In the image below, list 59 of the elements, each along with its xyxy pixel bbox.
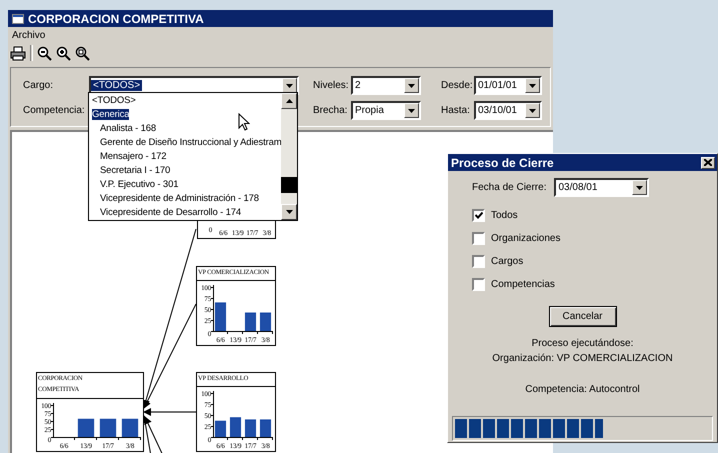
- list-item[interactable]: Vicepresidente de Administración - 178: [89, 192, 281, 206]
- window-icon: [12, 14, 24, 24]
- bar: [244, 419, 256, 437]
- checkbox-label: Organizaciones: [491, 233, 560, 244]
- niveles-dropdown[interactable]: 2: [351, 76, 421, 95]
- field-label: Desde:: [441, 80, 474, 91]
- field-label: Niveles:: [313, 80, 350, 91]
- scroll-thumb[interactable]: [281, 177, 297, 193]
- menu-item[interactable]: Archivo: [12, 30, 46, 40]
- field-label: Fecha de Cierre:: [472, 182, 546, 193]
- axis-line: [210, 390, 274, 440]
- bar: [78, 418, 94, 437]
- status-text: Competencia: Autocontrol: [525, 384, 640, 395]
- field-label: Hasta:: [441, 105, 471, 116]
- bar: [214, 420, 226, 437]
- status-text: Organización: VP COMERCIALIZACION: [492, 353, 673, 364]
- field-label: Brecha:: [313, 105, 348, 116]
- zoom-out-icon[interactable]: [37, 46, 52, 60]
- bar: [260, 312, 272, 331]
- scrollbar[interactable]: [281, 93, 297, 220]
- field-label: Cargo:: [23, 80, 54, 91]
- bar: [122, 418, 138, 437]
- list-item[interactable]: Vicepresidente de Desarrollo - 174: [89, 206, 281, 220]
- printer-icon[interactable]: [10, 46, 26, 60]
- checkbox-label: Competencias: [491, 279, 555, 290]
- field-label: Competencia:: [23, 105, 86, 116]
- window-title: CORPORACION COMPETITIVA: [28, 12, 204, 26]
- scroll-up-icon[interactable]: [281, 93, 297, 109]
- hasta-dropdown[interactable]: 03/10/01: [474, 101, 542, 120]
- scroll-down-icon[interactable]: [281, 204, 297, 220]
- list-item[interactable]: V.P. Ejecutivo - 301: [89, 178, 281, 192]
- brecha-dropdown[interactable]: Propia: [351, 101, 421, 120]
- zoom-in-icon[interactable]: [56, 46, 71, 60]
- axis-line: [210, 284, 274, 334]
- dialog-title: Proceso de Cierre: [451, 156, 554, 170]
- list-item[interactable]: Mensajero - 172: [89, 150, 281, 164]
- list-item[interactable]: Analista - 168: [89, 122, 281, 136]
- zoom-icon[interactable]: [75, 46, 90, 60]
- checkbox[interactable]: [472, 255, 485, 268]
- bar: [214, 302, 226, 331]
- date-dropdown[interactable]: 03/08/01: [554, 178, 650, 197]
- cancel-button[interactable]: Cancelar: [548, 306, 616, 327]
- list-item[interactable]: Generica: [89, 108, 281, 122]
- bar: [230, 417, 242, 437]
- bar: [100, 418, 116, 437]
- checkbox-label: Cargos: [491, 256, 524, 267]
- bar: [260, 419, 272, 437]
- checkbox[interactable]: [472, 278, 485, 291]
- list-item[interactable]: Secretaria I - 170: [89, 164, 281, 178]
- checkbox[interactable]: [472, 209, 485, 222]
- cursor-icon: [238, 113, 250, 131]
- list-item[interactable]: Gerente de Diseño Instruccional y Adiestram: [89, 136, 281, 150]
- list-item[interactable]: <TODOS>: [89, 94, 281, 108]
- status-text: Proceso ejecutándose:: [532, 338, 634, 349]
- close-button[interactable]: [701, 156, 715, 168]
- checkbox-label: Todos: [491, 210, 518, 221]
- desde-dropdown[interactable]: 01/01/01: [474, 76, 542, 95]
- bar: [244, 312, 256, 331]
- checkbox[interactable]: [472, 232, 485, 245]
